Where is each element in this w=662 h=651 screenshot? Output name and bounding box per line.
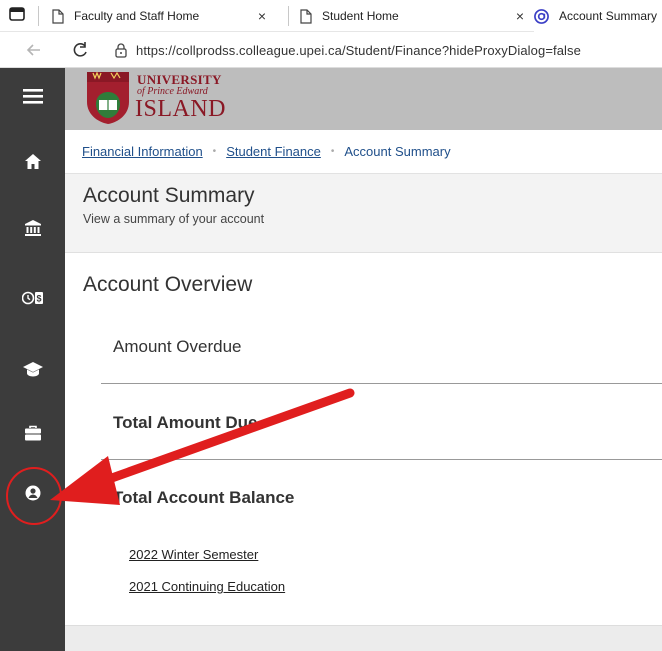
total-account-balance-label: Total Account Balance	[113, 488, 295, 507]
back-arrow-icon[interactable]	[24, 40, 44, 60]
breadcrumb-financial-information[interactable]: Financial Information	[82, 144, 203, 159]
tab-faculty-staff-home[interactable]: Faculty and Staff Home ×	[52, 0, 272, 32]
breadcrumb-separator: •	[212, 146, 217, 157]
header-banner: UNIVERSITY of Prince Edward ISLAND	[65, 68, 662, 130]
amount-overdue-label: Amount Overdue	[113, 337, 242, 356]
university-logo[interactable]: UNIVERSITY of Prince Edward ISLAND	[85, 70, 235, 126]
sidebar-item-home[interactable]	[0, 141, 65, 181]
menu-button[interactable]	[0, 76, 65, 116]
tab-label: Faculty and Staff Home	[74, 9, 200, 23]
sidebar-item-financial[interactable]	[0, 208, 65, 248]
sidebar-nav: $	[0, 68, 65, 651]
browser-tab-bar: Faculty and Staff Home × Student Home × …	[0, 0, 662, 32]
svg-text:$: $	[36, 294, 41, 304]
logo-line-island: ISLAND	[135, 96, 226, 122]
account-overview-section: Account Overview Amount Overdue Total Am…	[65, 253, 662, 625]
menu-icon	[22, 89, 43, 104]
page-icon	[300, 8, 312, 24]
page-subtitle: View a summary of your account	[83, 212, 265, 226]
term-link-2021-continuing-ed[interactable]: 2021 Continuing Education	[129, 579, 285, 594]
tab-separator	[38, 6, 39, 26]
term-link-2022-winter[interactable]: 2022 Winter Semester	[129, 547, 258, 562]
breadcrumb-student-finance[interactable]: Student Finance	[226, 144, 321, 159]
sidebar-item-user-profile[interactable]	[0, 473, 65, 513]
tab-account-summary[interactable]: Account Summary	[534, 0, 662, 32]
graduation-cap-icon	[22, 362, 43, 377]
colleague-logo-icon	[534, 8, 549, 24]
total-amount-due-label: Total Amount Due	[113, 413, 258, 432]
sidebar-item-academics[interactable]	[0, 349, 65, 389]
lock-icon[interactable]	[114, 42, 128, 58]
footer-strip	[65, 625, 662, 651]
section-title: Account Overview	[83, 273, 253, 296]
tab-label: Student Home	[322, 9, 399, 23]
bank-icon	[24, 220, 41, 236]
tab-actions-icon[interactable]	[8, 5, 26, 23]
url-field[interactable]: https://collprodss.colleague.upei.ca/Stu…	[114, 36, 662, 64]
briefcase-icon	[24, 425, 41, 441]
sidebar-item-employment[interactable]	[0, 413, 65, 453]
address-bar: https://collprodss.colleague.upei.ca/Stu…	[0, 32, 662, 68]
url-text: https://collprodss.colleague.upei.ca/Stu…	[136, 42, 581, 58]
clock-dollar-icon: $	[21, 291, 43, 305]
user-icon	[25, 485, 40, 501]
home-icon	[24, 153, 41, 169]
page-title: Account Summary	[83, 184, 255, 207]
close-tab-icon[interactable]: ×	[516, 8, 524, 24]
page-icon	[52, 8, 64, 24]
breadcrumb-separator: •	[330, 146, 335, 157]
tab-separator	[288, 6, 289, 26]
sidebar-item-time-pay[interactable]: $	[0, 278, 65, 318]
breadcrumb-current: Account Summary	[344, 144, 451, 159]
close-tab-icon[interactable]: ×	[258, 8, 266, 24]
tab-label: Account Summary	[559, 9, 658, 23]
tab-student-home[interactable]: Student Home ×	[300, 0, 530, 32]
page-header: Account Summary View a summary of your a…	[65, 174, 662, 253]
refresh-icon[interactable]	[70, 40, 90, 60]
divider	[101, 383, 662, 384]
divider	[101, 459, 662, 460]
breadcrumb: Financial Information • Student Finance …	[65, 130, 662, 174]
